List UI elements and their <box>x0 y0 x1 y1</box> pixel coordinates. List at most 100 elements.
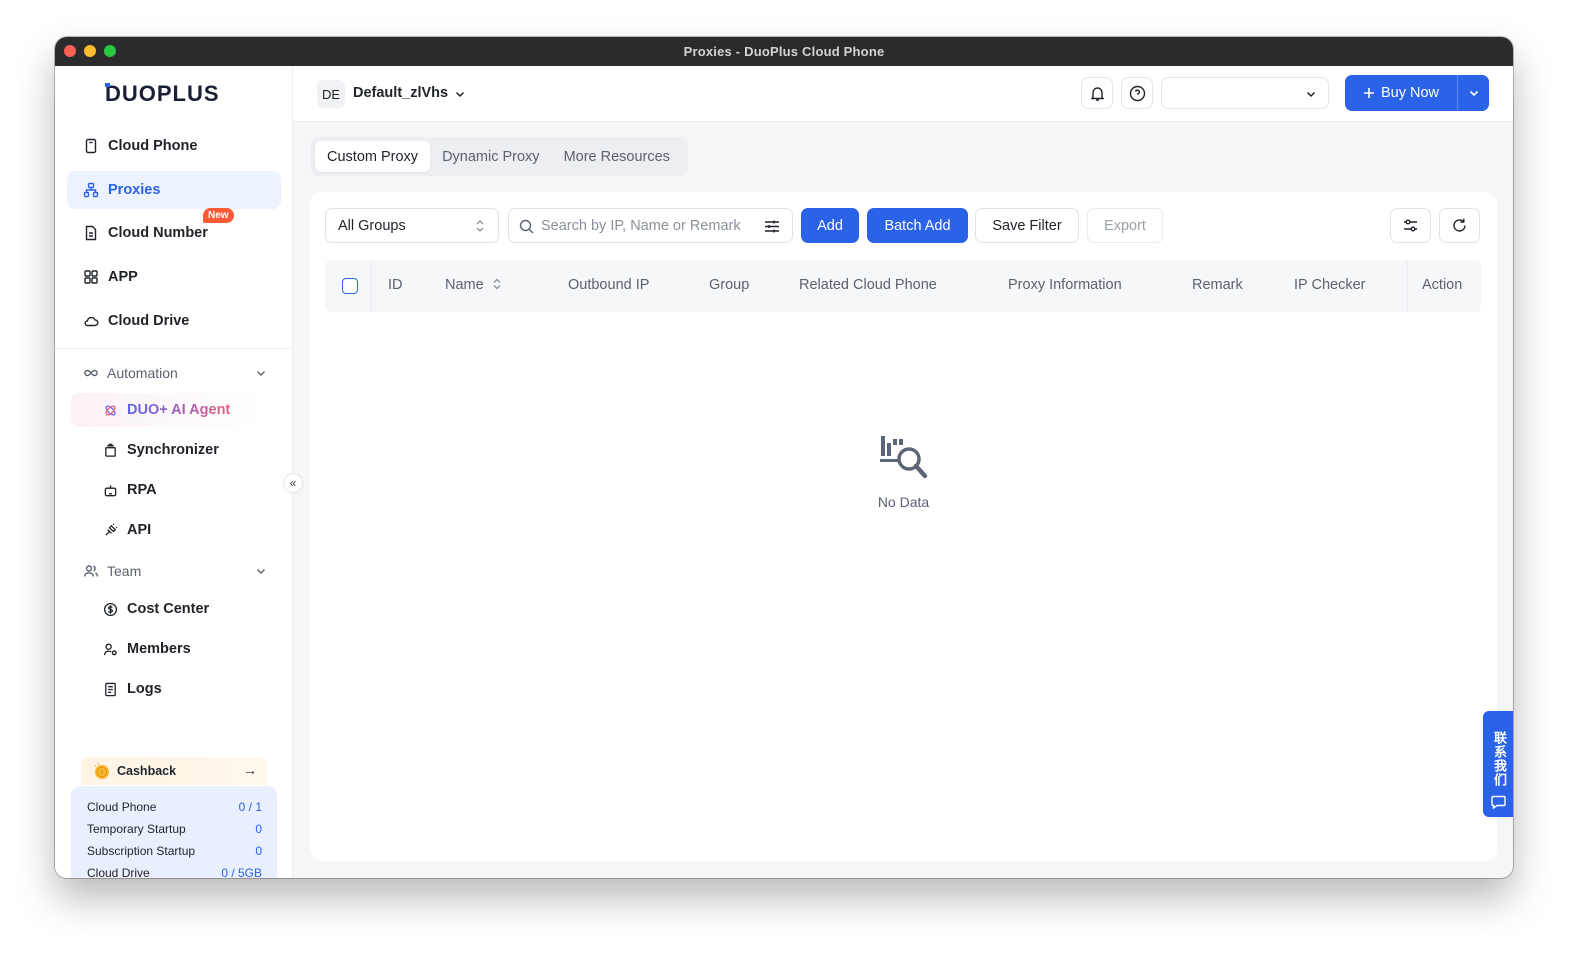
chevron-down-icon[interactable] <box>454 88 466 100</box>
notifications-button[interactable] <box>1081 77 1113 109</box>
minimize-window-button[interactable] <box>84 45 96 57</box>
sidebar: DUOPLUS Cloud Phone Proxies Cloud Number… <box>55 66 293 878</box>
quota-label: Cloud Phone <box>87 800 157 814</box>
empty-state-text: No Data <box>877 494 930 510</box>
search-input[interactable] <box>541 213 761 239</box>
quota-row: Temporary Startup 0 <box>87 822 262 844</box>
sidebar-item-app[interactable]: APP <box>67 258 281 296</box>
workspace-avatar[interactable]: DE <box>317 80 345 108</box>
chevron-down-icon <box>1306 91 1316 98</box>
column-settings-button[interactable] <box>1390 208 1431 243</box>
sidebar-section-automation[interactable]: Automation <box>67 358 281 388</box>
column-header-group: Group <box>709 277 750 293</box>
sidebar-item-api[interactable]: API <box>87 513 281 547</box>
members-icon <box>103 642 117 655</box>
header-select[interactable] <box>1161 77 1329 109</box>
tab-dynamic-proxy[interactable]: Dynamic Proxy <box>430 141 552 172</box>
select-all-checkbox[interactable] <box>342 278 358 294</box>
sort-updown-icon <box>476 220 484 232</box>
sidebar-item-label: Synchronizer <box>127 442 219 458</box>
column-header-id: ID <box>388 277 403 293</box>
batch-add-button[interactable]: Batch Add <box>867 208 968 243</box>
chevron-down-icon <box>257 569 265 574</box>
window-title: Proxies - DuoPlus Cloud Phone <box>683 44 885 59</box>
duoplus-logo[interactable]: DUOPLUS <box>105 82 245 104</box>
help-circle-icon <box>1129 85 1145 101</box>
collapse-sidebar-button[interactable]: « <box>283 473 303 493</box>
sidebar-item-label: Logs <box>127 681 162 697</box>
help-button[interactable] <box>1121 77 1153 109</box>
sidebar-item-cost-center[interactable]: Cost Center <box>87 592 281 626</box>
cloud-icon <box>84 316 99 327</box>
cashback-banner[interactable]: Cashback → <box>81 757 267 785</box>
buy-now-dropdown-button[interactable] <box>1458 75 1489 111</box>
sidebar-item-logs[interactable]: Logs <box>87 672 281 706</box>
buy-now-button[interactable]: Buy Now <box>1345 75 1457 111</box>
section-label: Automation <box>107 365 178 381</box>
quota-row: Cloud Phone 0 / 1 <box>87 800 262 822</box>
sidebar-item-label: RPA <box>127 482 157 498</box>
logs-icon <box>105 682 116 696</box>
chat-bubble-icon <box>1490 795 1506 809</box>
column-divider <box>371 260 372 312</box>
sidebar-item-label: Cloud Phone <box>108 138 198 154</box>
buy-now-label: Buy Now <box>1380 85 1440 101</box>
proxies-icon <box>83 182 99 198</box>
add-button[interactable]: Add <box>801 208 859 243</box>
quota-value: 0 / 1 <box>238 800 262 814</box>
quota-value: 0 / 5GB <box>221 866 262 878</box>
synchronizer-icon <box>105 443 116 457</box>
contact-us-button[interactable]: 联系我们 <box>1483 711 1513 817</box>
phone-icon <box>85 138 97 154</box>
filter-sliders-icon[interactable] <box>764 219 780 234</box>
quota-panel: Cloud Phone 0 / 1 Temporary Startup 0 Subs… <box>71 786 277 878</box>
sidebar-item-label: APP <box>108 269 138 285</box>
chevron-down-icon <box>1469 90 1478 97</box>
sidebar-item-label: API <box>127 522 152 538</box>
refresh-button[interactable] <box>1439 208 1480 243</box>
sidebar-divider <box>55 348 293 349</box>
sidebar-item-members[interactable]: Members <box>87 632 281 666</box>
window-controls <box>64 45 116 57</box>
tab-custom-proxy[interactable]: Custom Proxy <box>315 141 431 172</box>
sidebar-item-ai-agent[interactable]: DUO+ AI Agent <box>71 393 281 427</box>
section-label: Team <box>107 563 142 579</box>
tab-more-resources[interactable]: More Resources <box>552 141 682 172</box>
quota-label: Cloud Drive <box>87 866 150 878</box>
export-button[interactable]: Export <box>1087 208 1163 243</box>
contact-us-label: 联系我们 <box>1491 731 1506 787</box>
cashback-label: Cashback <box>117 764 177 778</box>
infinity-icon <box>84 369 98 377</box>
group-select[interactable]: All Groups <box>325 208 499 243</box>
sidebar-item-rpa[interactable]: RPA <box>87 473 281 507</box>
coin-icon <box>94 762 109 779</box>
sidebar-item-cloud-number[interactable]: Cloud Number New <box>67 208 281 252</box>
refresh-icon <box>1453 218 1466 232</box>
sim-icon <box>85 225 97 241</box>
search-icon <box>519 219 534 234</box>
sidebar-item-cloud-phone[interactable]: Cloud Phone <box>67 127 281 165</box>
ai-agent-icon <box>105 404 116 416</box>
sidebar-item-synchronizer[interactable]: Synchronizer <box>87 433 281 467</box>
column-header-name[interactable]: Name <box>445 277 502 293</box>
save-filter-button[interactable]: Save Filter <box>975 208 1079 243</box>
maximize-window-button[interactable] <box>104 45 116 57</box>
workspace-name[interactable]: Default_zlVhs <box>353 85 448 101</box>
group-select-value: All Groups <box>338 217 406 234</box>
column-header-ip-checker: IP Checker <box>1294 277 1366 293</box>
sidebar-item-proxies[interactable]: Proxies <box>67 171 281 209</box>
buy-now-split-button: Buy Now <box>1345 75 1489 111</box>
quota-label: Subscription Startup <box>87 844 196 858</box>
column-header-action: Action <box>1422 277 1463 293</box>
top-header: DE Default_zlVhs Buy Now <box>293 66 1513 122</box>
new-badge: New <box>203 208 234 223</box>
close-window-button[interactable] <box>64 45 76 57</box>
sidebar-item-cloud-drive[interactable]: Cloud Drive <box>67 302 281 340</box>
robot-icon <box>104 484 117 496</box>
proxy-tabs: Custom Proxy Dynamic Proxy More Resource… <box>311 137 688 176</box>
sidebar-section-team[interactable]: Team <box>67 556 281 586</box>
plus-icon <box>1363 88 1374 98</box>
quota-label: Temporary Startup <box>87 822 186 836</box>
column-header-proxy-information: Proxy Information <box>1008 277 1122 293</box>
quota-value: 0 <box>255 844 262 858</box>
